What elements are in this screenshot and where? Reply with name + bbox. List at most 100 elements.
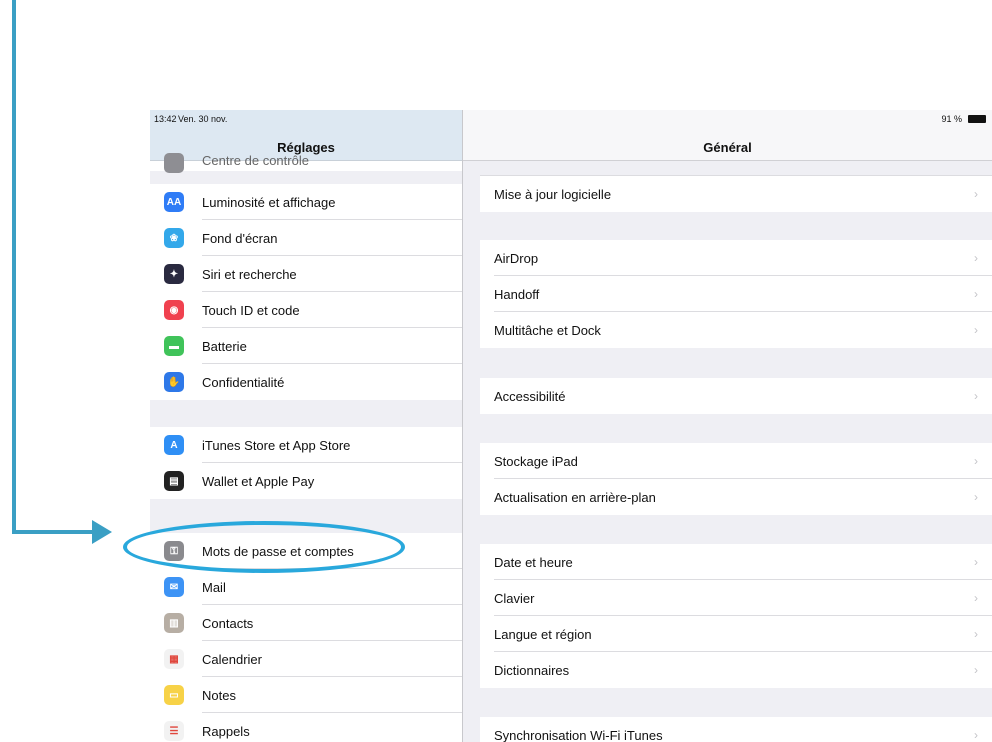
sidebar-item-label: Contacts bbox=[202, 616, 254, 631]
reminders-icon: ☰ bbox=[164, 721, 184, 741]
settings-row[interactable]: Mise à jour logicielle › bbox=[480, 176, 992, 212]
sidebar-item-label: Rappels bbox=[202, 724, 250, 739]
settings-row[interactable]: Dictionnaires › bbox=[480, 652, 992, 688]
chevron-right-icon: › bbox=[974, 187, 978, 201]
settings-row-label: Synchronisation Wi-Fi iTunes bbox=[494, 728, 663, 742]
settings-row-label: Clavier bbox=[494, 591, 535, 606]
wallpaper-icon: ❀ bbox=[164, 228, 184, 248]
settings-group-0: Centre de contrôle bbox=[150, 153, 462, 173]
settings-row[interactable]: Synchronisation Wi-Fi iTunes › bbox=[480, 717, 992, 742]
sidebar-item-control-center[interactable]: Centre de contrôle bbox=[150, 153, 462, 173]
sidebar-item[interactable]: ❀ Fond d'écran bbox=[150, 220, 462, 256]
sidebar-item-label: Mail bbox=[202, 580, 226, 595]
wallet-icon: ▤ bbox=[164, 471, 184, 491]
general-group-6: Synchronisation Wi-Fi iTunes › bbox=[480, 717, 992, 742]
settings-row[interactable]: Actualisation en arrière-plan › bbox=[480, 479, 992, 515]
chevron-right-icon: › bbox=[974, 490, 978, 504]
status-bar: 13:42 Ven. 30 nov. 91 % bbox=[150, 110, 992, 128]
settings-row-label: Actualisation en arrière-plan bbox=[494, 490, 656, 505]
chevron-right-icon: › bbox=[974, 389, 978, 403]
sidebar-item[interactable]: ✋ Confidentialité bbox=[150, 364, 462, 400]
battery-icon: ▬ bbox=[164, 336, 184, 356]
sidebar-item[interactable]: ▥ Contacts bbox=[150, 605, 462, 641]
detail-title: Général bbox=[703, 140, 752, 155]
battery-icon bbox=[968, 115, 986, 123]
sidebar-item[interactable]: ▭ Notes bbox=[150, 677, 462, 713]
fingerprint-icon: ◉ bbox=[164, 300, 184, 320]
sidebar-item[interactable]: ▤ Wallet et Apple Pay bbox=[150, 463, 462, 499]
chevron-right-icon: › bbox=[974, 323, 978, 337]
calendar-icon: ▦ bbox=[164, 649, 184, 669]
settings-row[interactable]: Langue et région › bbox=[480, 616, 992, 652]
privacy-hand-icon: ✋ bbox=[164, 372, 184, 392]
general-group-2: AirDrop › Handoff › Multitâche et Dock › bbox=[480, 240, 992, 348]
status-date: Ven. 30 nov. bbox=[178, 114, 228, 124]
settings-row-label: AirDrop bbox=[494, 251, 539, 266]
settings-row[interactable]: Multitâche et Dock › bbox=[480, 312, 992, 348]
control-center-icon bbox=[164, 153, 184, 173]
app-store-icon: A bbox=[164, 435, 184, 455]
chevron-right-icon: › bbox=[974, 591, 978, 605]
sidebar-item-label: Fond d'écran bbox=[202, 231, 278, 246]
sidebar-item-label: Wallet et Apple Pay bbox=[202, 474, 315, 489]
chevron-right-icon: › bbox=[974, 728, 978, 742]
chevron-right-icon: › bbox=[974, 287, 978, 301]
settings-row-label: Stockage iPad bbox=[494, 454, 578, 469]
settings-row[interactable]: Stockage iPad › bbox=[480, 443, 992, 479]
settings-sidebar: Réglages Centre de contrôle AA Luminosité… bbox=[150, 110, 462, 742]
settings-row-label: Multitâche et Dock bbox=[494, 323, 601, 338]
general-detail-pane: Général Mise à jour logicielle › AirDrop ›… bbox=[463, 110, 992, 742]
general-group-4: Stockage iPad › Actualisation en arrière-p… bbox=[480, 443, 992, 515]
annotation-line-horizontal bbox=[12, 530, 100, 534]
settings-group-2: AiTunes Store et App Store ▤ Wallet et App… bbox=[150, 427, 462, 499]
sidebar-item-label: Batterie bbox=[202, 339, 247, 354]
sidebar-item-label: Luminosité et affichage bbox=[202, 195, 336, 210]
sidebar-item-label: Touch ID et code bbox=[202, 303, 300, 318]
battery-percent: 91 % bbox=[941, 114, 962, 124]
settings-row[interactable]: Clavier › bbox=[480, 580, 992, 616]
sidebar-item[interactable]: ▬ Batterie bbox=[150, 328, 462, 364]
settings-row[interactable]: Accessibilité › bbox=[480, 378, 992, 414]
sidebar-item-label: iTunes Store et App Store bbox=[202, 438, 351, 453]
annotation-highlight-ellipse bbox=[123, 521, 405, 573]
general-group-5: Date et heure › Clavier › Langue et région › D… bbox=[480, 544, 992, 688]
general-group-1: Mise à jour logicielle › bbox=[480, 176, 992, 212]
contacts-icon: ▥ bbox=[164, 613, 184, 633]
sidebar-item-label: Centre de contrôle bbox=[202, 153, 309, 168]
siri-icon: ✦ bbox=[164, 264, 184, 284]
general-group-3: Accessibilité › bbox=[480, 378, 992, 414]
chevron-right-icon: › bbox=[974, 555, 978, 569]
sidebar-item-label: Siri et recherche bbox=[202, 267, 297, 282]
settings-row[interactable]: AirDrop › bbox=[480, 240, 992, 276]
settings-row-label: Accessibilité bbox=[494, 389, 566, 404]
display-brightness-icon: AA bbox=[164, 192, 184, 212]
sidebar-item[interactable]: ✦ Siri et recherche bbox=[150, 256, 462, 292]
sidebar-item-label: Confidentialité bbox=[202, 375, 285, 390]
sidebar-item[interactable]: AiTunes Store et App Store bbox=[150, 427, 462, 463]
ipad-screen: Réglages Centre de contrôle AA Luminosité… bbox=[150, 110, 992, 742]
sidebar-item[interactable]: ▦ Calendrier bbox=[150, 641, 462, 677]
settings-row[interactable]: Handoff › bbox=[480, 276, 992, 312]
sidebar-item-label: Calendrier bbox=[202, 652, 262, 667]
mail-icon: ✉ bbox=[164, 577, 184, 597]
chevron-right-icon: › bbox=[974, 663, 978, 677]
chevron-right-icon: › bbox=[974, 454, 978, 468]
chevron-right-icon: › bbox=[974, 251, 978, 265]
annotation-arrow-icon bbox=[92, 520, 112, 544]
sidebar-item-label: Notes bbox=[202, 688, 236, 703]
annotation-line-vertical bbox=[12, 0, 16, 534]
sidebar-item[interactable]: ✉ Mail bbox=[150, 569, 462, 605]
status-time: 13:42 bbox=[154, 114, 177, 124]
settings-row-label: Mise à jour logicielle bbox=[494, 187, 612, 202]
notes-icon: ▭ bbox=[164, 685, 184, 705]
sidebar-item[interactable]: AA Luminosité et affichage bbox=[150, 184, 462, 220]
settings-row-label: Dictionnaires bbox=[494, 663, 570, 678]
settings-row[interactable]: Date et heure › bbox=[480, 544, 992, 580]
chevron-right-icon: › bbox=[974, 627, 978, 641]
sidebar-item[interactable]: ◉ Touch ID et code bbox=[150, 292, 462, 328]
settings-row-label: Handoff bbox=[494, 287, 540, 302]
sidebar-item[interactable]: ☰ Rappels bbox=[150, 713, 462, 742]
settings-row-label: Langue et région bbox=[494, 627, 592, 642]
settings-group-1: AA Luminosité et affichage ❀ Fond d'écran ✦ S… bbox=[150, 184, 462, 400]
settings-row-label: Date et heure bbox=[494, 555, 573, 570]
